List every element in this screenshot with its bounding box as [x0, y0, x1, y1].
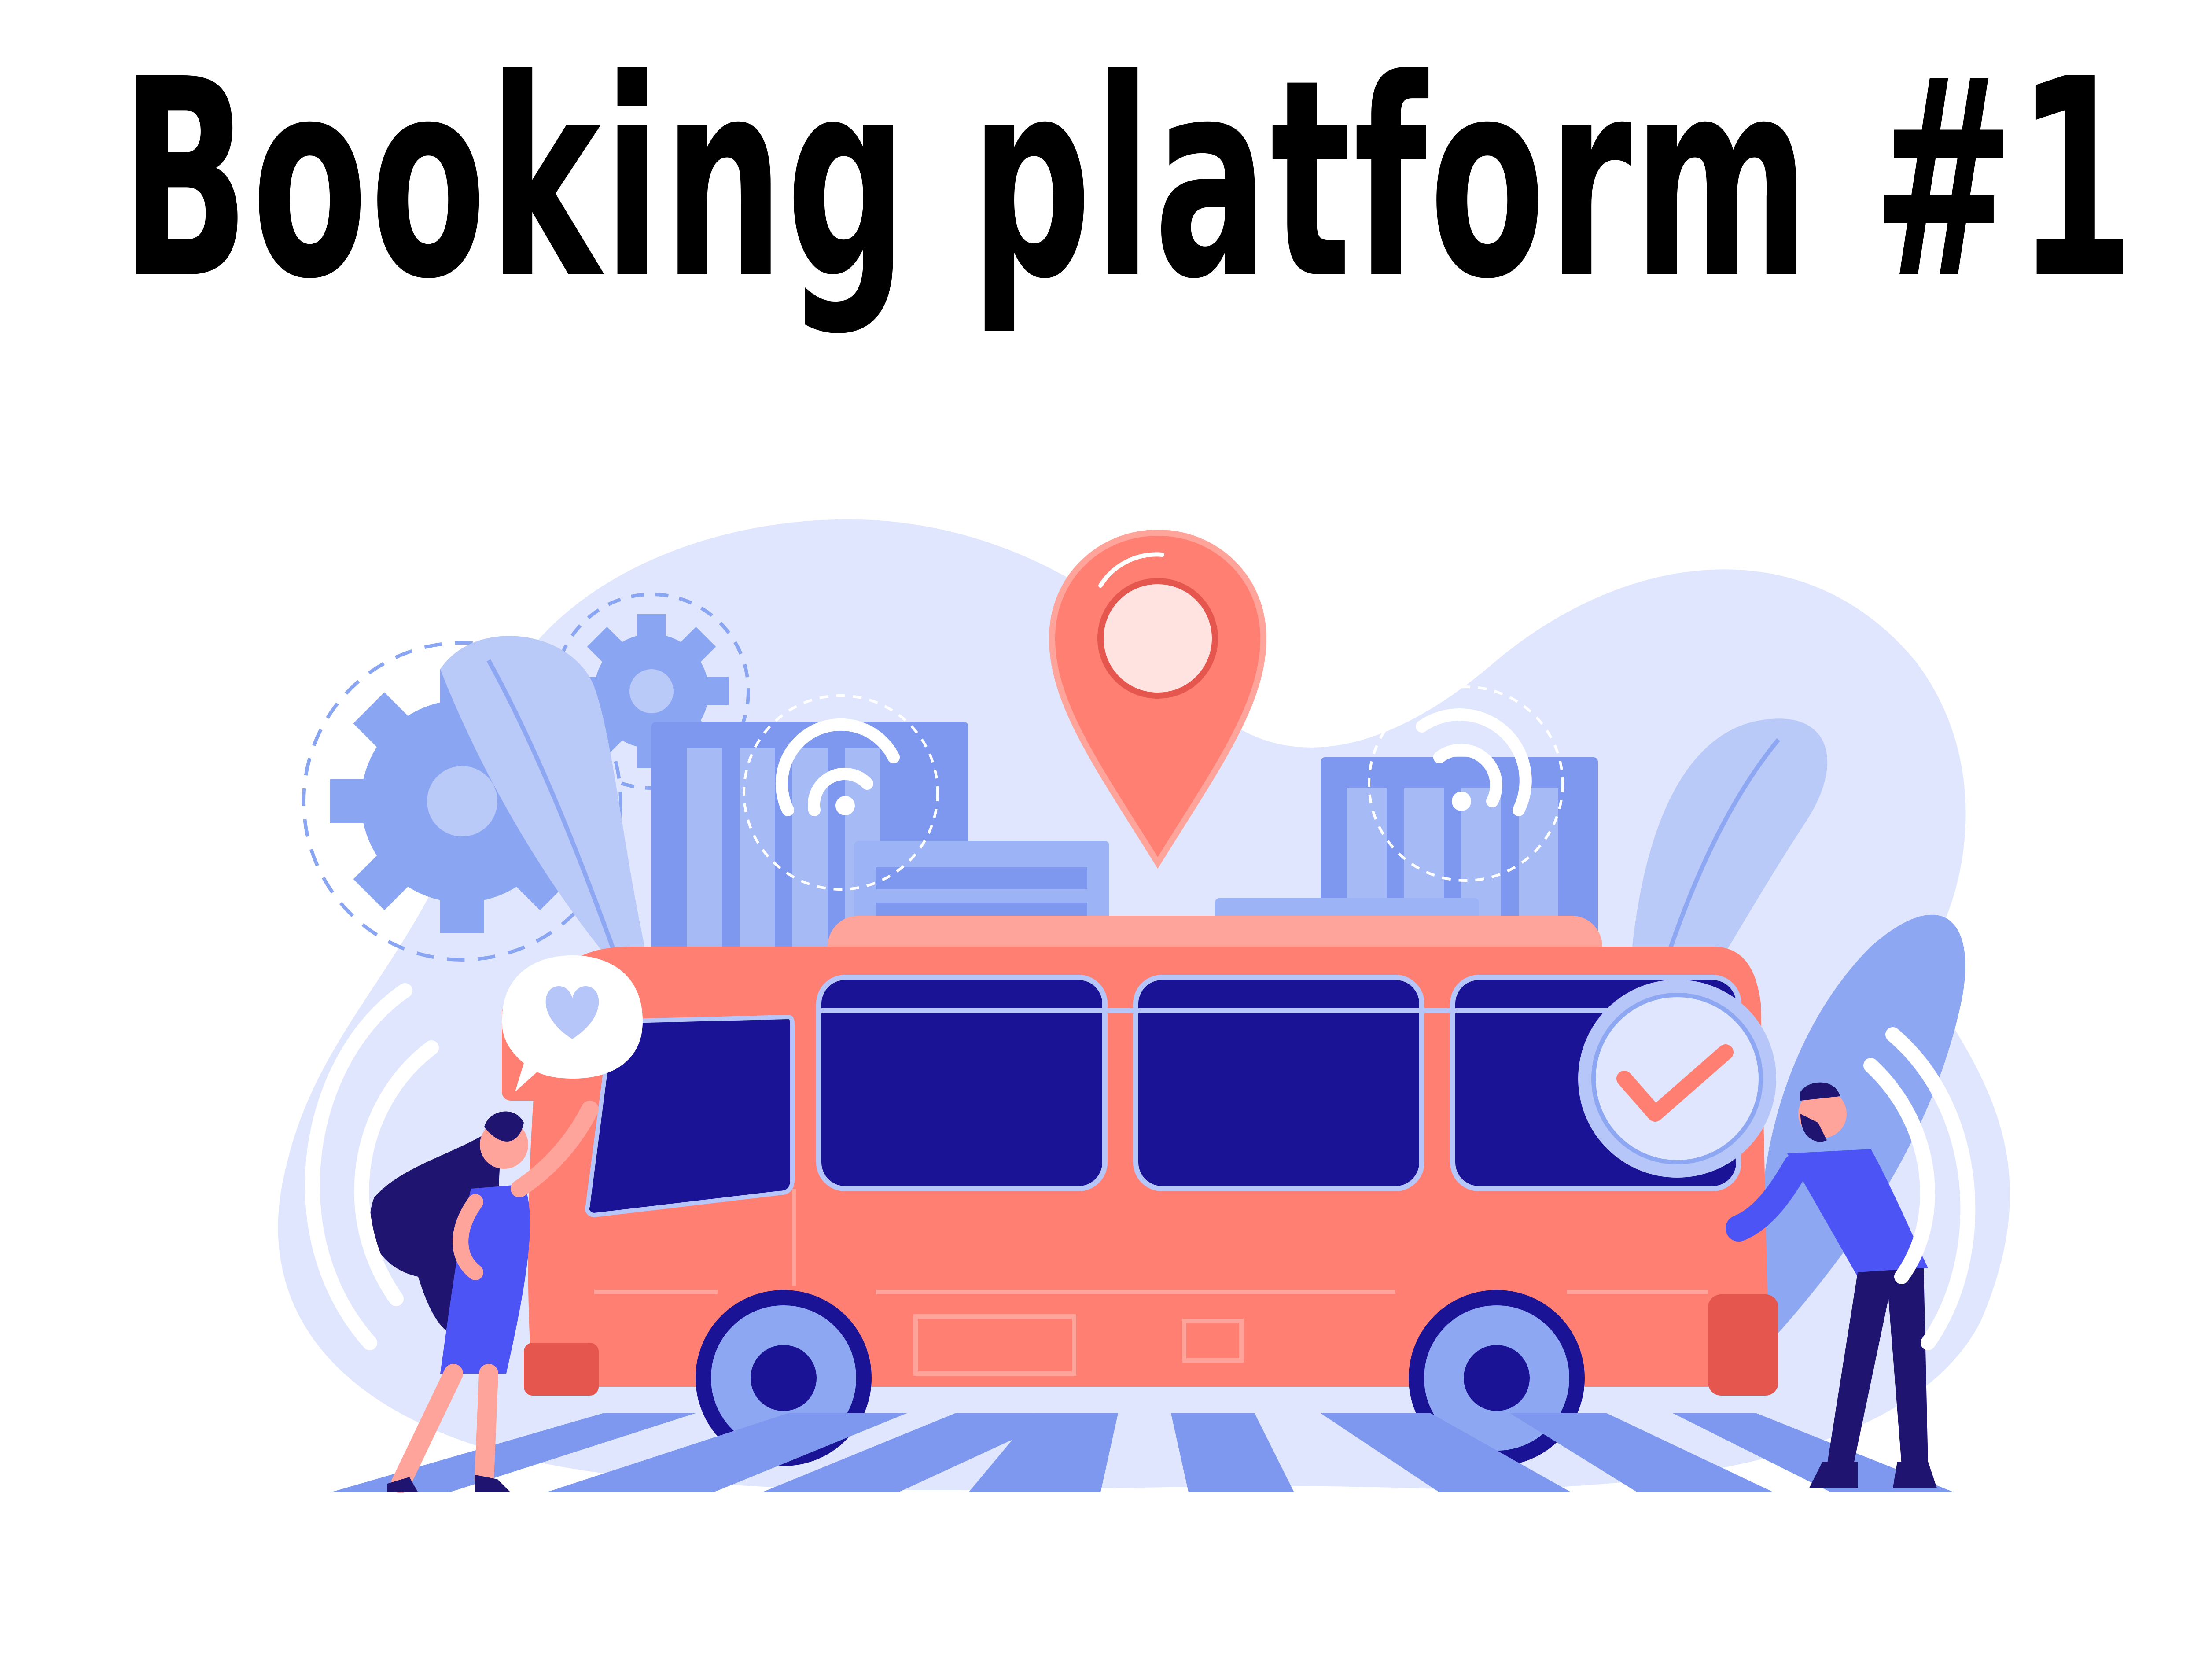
travel-illustration	[278, 519, 2010, 1493]
check-icon	[1578, 980, 1776, 1178]
bus	[502, 916, 1778, 1396]
